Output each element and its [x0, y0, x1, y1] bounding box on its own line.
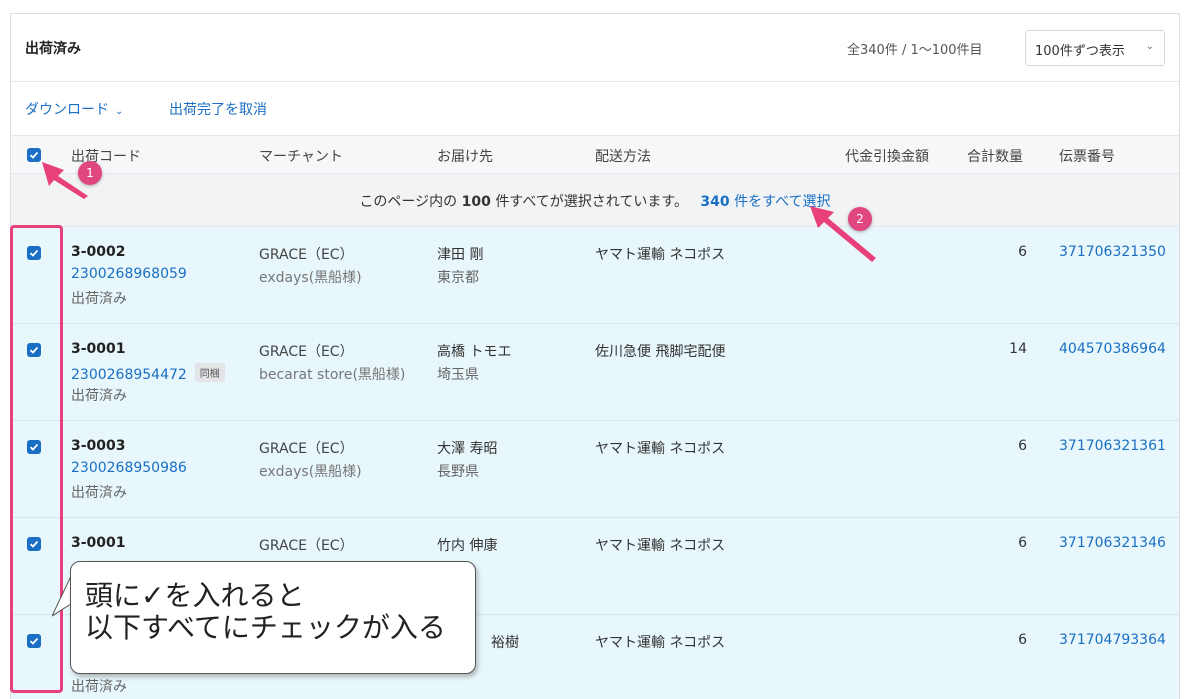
annotation-badge-2: 2 [848, 207, 872, 231]
callout-line-2: 以下すべてにチェックが入る [85, 611, 446, 644]
annotation-badge-1: 1 [78, 161, 102, 185]
annotation-callout: 頭に✓を入れると 以下すべてにチェックが入る [70, 561, 476, 674]
callout-line-1: 頭に✓を入れると [85, 579, 305, 612]
